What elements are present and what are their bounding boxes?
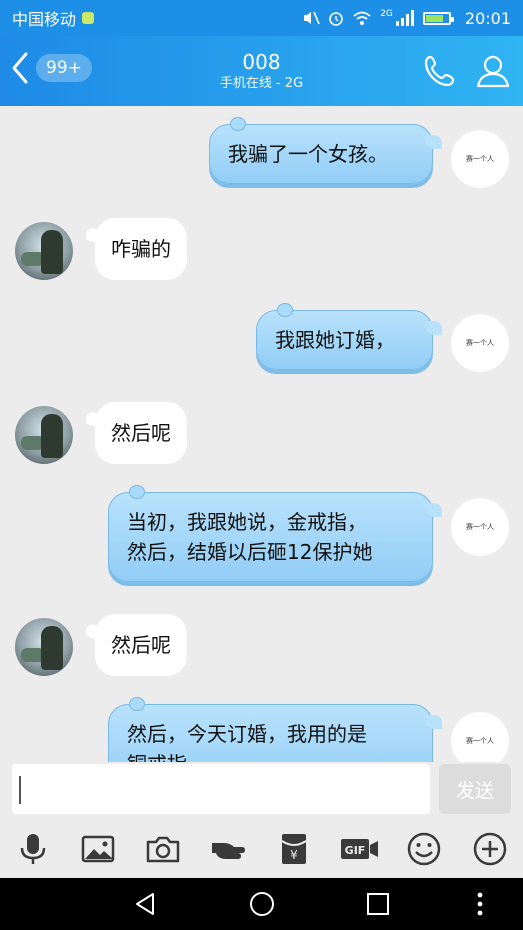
- message-list[interactable]: 我骗了一个女孩。 赛一个人 咋骗的 我跟她订婚， 赛一个人 然后呢 当初，我跟她…: [0, 106, 523, 762]
- self-message-bubble[interactable]: 我骗了一个女孩。: [209, 117, 442, 184]
- red-packet-icon[interactable]: ¥: [276, 831, 312, 867]
- message-text: 然后呢: [111, 421, 171, 445]
- nav-home-icon[interactable]: [248, 890, 276, 918]
- contact-avatar[interactable]: [15, 222, 73, 280]
- mute-icon: [304, 11, 320, 25]
- contact-avatar[interactable]: [15, 406, 73, 464]
- plus-icon[interactable]: [472, 831, 508, 867]
- message-text: 我骗了一个女孩。: [228, 142, 388, 166]
- self-avatar[interactable]: 赛一个人: [451, 712, 509, 762]
- camera-icon[interactable]: [145, 831, 181, 867]
- self-message-bubble[interactable]: 我跟她订婚，: [256, 303, 442, 370]
- status-bar: 中国移动 2G 20:01: [0, 0, 523, 36]
- avatar-text: 赛一个人: [466, 737, 494, 745]
- wechat-notification-icon: [82, 12, 95, 24]
- bubble-ear-decoration: [230, 117, 246, 131]
- self-message-bubble[interactable]: 当初，我跟她说，金戒指， 然后，结婚以后砸12保护她: [108, 485, 442, 582]
- wifi-icon: [353, 11, 371, 25]
- network-type: 2G: [380, 9, 393, 19]
- contact-message-bubble[interactable]: 咋骗的: [95, 218, 187, 280]
- poke-icon[interactable]: [210, 831, 246, 867]
- system-nav-bar: [0, 878, 523, 930]
- avatar-text: 赛一个人: [466, 523, 494, 531]
- carrier-name: 中国移动: [12, 10, 77, 29]
- composer-bar: 发送: [0, 762, 523, 818]
- contact-message-bubble[interactable]: 然后呢: [95, 402, 187, 464]
- gif-icon[interactable]: GIF: [340, 831, 380, 867]
- nav-more-icon[interactable]: [466, 890, 494, 918]
- svg-text:GIF: GIF: [345, 844, 366, 857]
- clock: 20:01: [464, 8, 511, 28]
- carrier-group: 中国移动: [12, 6, 95, 30]
- message-text: 我跟她订婚，: [275, 328, 395, 352]
- emoji-icon[interactable]: [406, 831, 442, 867]
- phone-icon[interactable]: [421, 52, 459, 90]
- message-text-line: 然后，结婚以后砸12保护她: [127, 540, 373, 564]
- chat-header: 99+ 008 手机在线 - 2G: [0, 36, 523, 106]
- self-avatar[interactable]: 赛一个人: [451, 314, 509, 372]
- avatar-text: 赛一个人: [466, 155, 494, 163]
- svg-text:¥: ¥: [290, 848, 298, 862]
- status-icons: 2G 20:01: [302, 9, 511, 28]
- message-input[interactable]: [12, 764, 430, 814]
- bubble-ear-decoration: [129, 697, 145, 711]
- avatar-text: 赛一个人: [466, 339, 494, 347]
- message-text-line: 当初，我跟她说，金戒指，: [127, 510, 367, 534]
- message-text: 然后呢: [111, 633, 171, 657]
- self-message-bubble[interactable]: 然后，今天订婚，我用的是 铜戒指: [108, 697, 442, 762]
- bubble-ear-decoration: [129, 485, 145, 499]
- mic-icon[interactable]: [15, 831, 51, 867]
- image-icon[interactable]: [80, 831, 116, 867]
- input-toolbar: ¥ GIF: [0, 818, 523, 878]
- bubble-ear-decoration: [277, 303, 293, 317]
- message-text-line: 铜戒指: [127, 749, 414, 762]
- message-text-line: 然后，今天订婚，我用的是: [127, 722, 367, 746]
- self-avatar[interactable]: 赛一个人: [451, 130, 509, 188]
- nav-recents-icon[interactable]: [364, 890, 392, 918]
- self-avatar[interactable]: 赛一个人: [451, 498, 509, 556]
- contact-message-bubble[interactable]: 然后呢: [95, 614, 187, 676]
- send-button[interactable]: 发送: [439, 764, 511, 814]
- alarm-icon: [329, 12, 343, 26]
- nav-back-icon[interactable]: [131, 890, 159, 918]
- message-text: 咋骗的: [111, 237, 171, 261]
- contact-avatar[interactable]: [15, 618, 73, 676]
- battery-icon: [422, 11, 454, 25]
- signal-icon: [395, 10, 414, 26]
- contact-icon[interactable]: [474, 52, 512, 90]
- text-caret: [19, 776, 21, 804]
